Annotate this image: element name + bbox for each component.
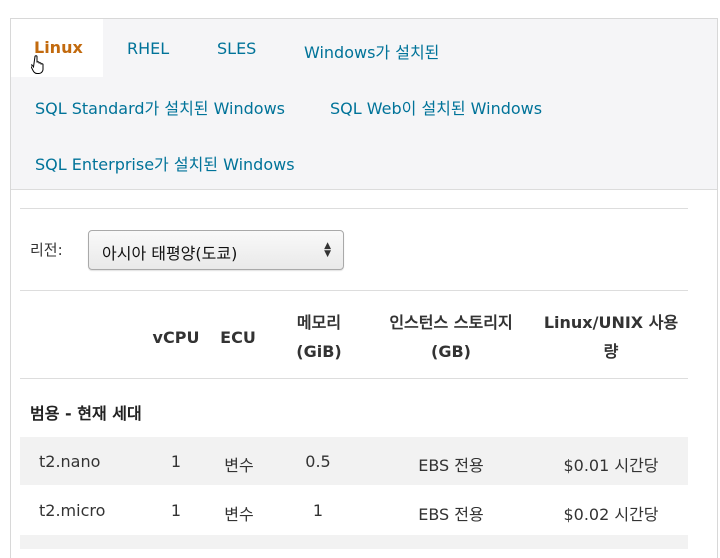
table-row: t2.nano 1 변수 0.5 EBS 전용 $0.01 시간당 xyxy=(20,437,688,485)
column-header-storage-line2: (GB) xyxy=(431,342,471,361)
column-header-linux-usage: Linux/UNIX 사용 량 xyxy=(540,308,682,366)
divider xyxy=(20,290,688,291)
memory-value: 1 xyxy=(312,501,324,520)
table-row: t2.micro 1 변수 1 EBS 전용 $0.02 시간당 xyxy=(20,486,688,534)
price-value: $0.02 시간당 xyxy=(563,505,659,524)
tab-sql-standard-windows[interactable]: SQL Standard가 설치된 Windows xyxy=(35,95,285,119)
column-header-vcpu: vCPU xyxy=(152,328,200,347)
instance-type: t2.nano xyxy=(39,452,101,471)
tab-sql-web-windows[interactable]: SQL Web이 설치된 Windows xyxy=(330,95,542,119)
column-header-usage-line1: Linux/UNIX 사용 xyxy=(543,313,679,332)
divider xyxy=(20,378,688,379)
storage-value: EBS 전용 xyxy=(418,456,484,475)
section-heading-general-purpose: 범용 - 현재 세대 xyxy=(30,404,142,423)
vcpu-value: 1 xyxy=(170,501,182,520)
tab-rhel[interactable]: RHEL xyxy=(127,39,169,58)
table-row xyxy=(20,535,688,549)
column-header-memory: 메모리 (GiB) xyxy=(284,308,354,366)
tab-sles[interactable]: SLES xyxy=(217,39,256,58)
price-value: $0.01 시간당 xyxy=(563,456,659,475)
column-header-storage-line1: 인스턴스 스토리지 xyxy=(389,313,513,332)
hand-pointer-icon xyxy=(31,55,44,74)
tab-windows[interactable]: Windows가 설치된 xyxy=(304,39,439,63)
tab-linux[interactable]: Linux xyxy=(11,19,103,77)
select-updown-arrows-icon: ▲ ▼ xyxy=(324,241,331,259)
memory-value: 0.5 xyxy=(305,452,331,471)
region-label: 리전: xyxy=(30,241,63,259)
tab-sql-enterprise-windows[interactable]: SQL Enterprise가 설치된 Windows xyxy=(35,151,295,175)
os-tab-bar: Linux RHEL SLES Windows가 설치된 SQL Standar… xyxy=(11,19,717,190)
storage-value: EBS 전용 xyxy=(418,505,484,524)
column-header-instance-storage: 인스턴스 스토리지 (GB) xyxy=(372,308,530,366)
divider xyxy=(20,208,688,209)
column-header-memory-line2: (GiB) xyxy=(296,342,342,361)
instance-type: t2.micro xyxy=(39,501,106,520)
vcpu-value: 1 xyxy=(170,452,182,471)
column-header-ecu: ECU xyxy=(220,328,256,347)
region-select[interactable]: 아시아 태평양(도쿄) ▲ ▼ xyxy=(88,230,344,270)
ecu-value: 변수 xyxy=(224,505,254,524)
ecu-value: 변수 xyxy=(224,456,254,475)
column-header-memory-line1: 메모리 xyxy=(296,313,342,332)
column-header-usage-line2: 량 xyxy=(603,342,619,361)
region-select-value: 아시아 태평양(도쿄) xyxy=(102,244,238,263)
